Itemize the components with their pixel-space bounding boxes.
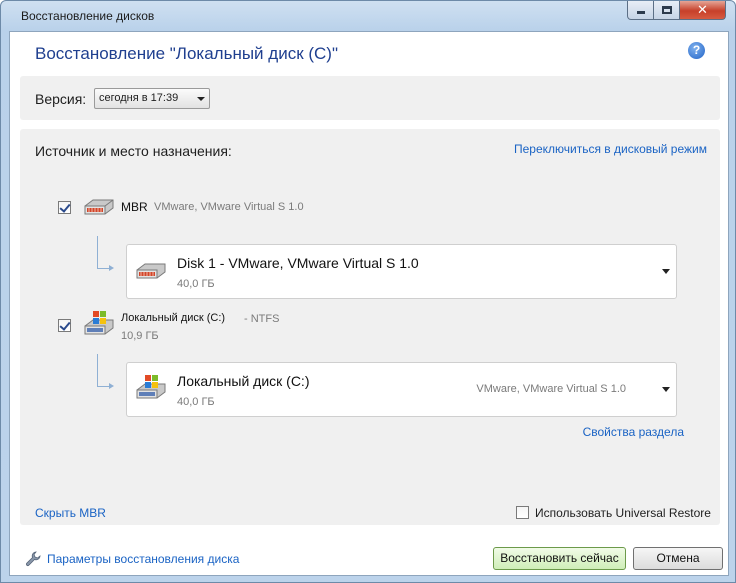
- chevron-down-icon: [662, 387, 670, 392]
- version-select[interactable]: сегодня в 17:39: [94, 88, 210, 109]
- local-disk-source-name: Локальный диск (C:): [121, 312, 226, 324]
- minimize-icon: [636, 10, 645, 14]
- windows-drive-icon: [136, 375, 166, 399]
- switch-disk-mode-link[interactable]: Переключиться в дисковый режим: [514, 142, 707, 156]
- cancel-button[interactable]: Отмена: [633, 547, 723, 570]
- hard-drive-icon: [136, 263, 166, 279]
- version-select-value: сегодня в 17:39: [99, 92, 179, 104]
- connector-line: [97, 268, 109, 269]
- universal-restore-checkbox[interactable]: [516, 506, 529, 519]
- local-disk-target-size: 40,0 ГБ: [177, 396, 215, 408]
- arrow-right-icon: [109, 265, 114, 271]
- app-window: Восстановление дисков ✕ Восстановление "…: [0, 0, 736, 583]
- dialog-content: Восстановление "Локальный диск (С)" ? Ве…: [9, 31, 729, 576]
- mbr-checkbox[interactable]: [58, 201, 71, 214]
- help-icon[interactable]: ?: [688, 42, 705, 59]
- restore-parameters-link[interactable]: Параметры восстановления диска: [47, 552, 239, 566]
- universal-restore-label: Использовать Universal Restore: [535, 506, 711, 520]
- chevron-down-icon: [197, 97, 205, 101]
- local-disk-source-size: 10,9 ГБ: [121, 330, 159, 342]
- arrow-right-icon: [109, 383, 114, 389]
- close-icon: ✕: [697, 2, 708, 18]
- chevron-down-icon: [662, 269, 670, 274]
- connector-line: [97, 354, 98, 386]
- section-title: Источник и место назначения:: [35, 143, 232, 159]
- version-panel: Версия: сегодня в 17:39: [20, 76, 720, 120]
- local-disk-target-name: Локальный диск (C:): [177, 373, 310, 389]
- hard-drive-icon: [84, 199, 114, 215]
- version-label: Версия:: [35, 91, 87, 107]
- mbr-source-name: MBR: [121, 200, 148, 214]
- restore-now-button[interactable]: Восстановить сейчас: [493, 547, 626, 570]
- mbr-target-select[interactable]: Disk 1 - VMware, VMware Virtual S 1.0 40…: [126, 244, 677, 299]
- window-title: Восстановление дисков: [21, 9, 155, 23]
- local-disk-filesystem: - NTFS: [244, 313, 280, 325]
- mbr-source-detail: VMware, VMware Virtual S 1.0: [154, 201, 304, 213]
- connector-line: [97, 236, 98, 268]
- close-button[interactable]: ✕: [679, 1, 726, 20]
- local-disk-target-select[interactable]: Локальный диск (C:) 40,0 ГБ VMware, VMwa…: [126, 362, 677, 417]
- local-disk-target-info: VMware, VMware Virtual S 1.0: [476, 383, 626, 395]
- footer: Параметры восстановления диска Восстанов…: [10, 539, 728, 575]
- wrench-icon: [25, 551, 41, 567]
- local-disk-checkbox[interactable]: [58, 319, 71, 332]
- partition-properties-link[interactable]: Свойства раздела: [583, 425, 684, 439]
- title-bar[interactable]: Восстановление дисков ✕: [1, 1, 735, 31]
- mbr-target-name: Disk 1 - VMware, VMware Virtual S 1.0: [177, 255, 419, 271]
- connector-line: [97, 386, 109, 387]
- windows-drive-icon: [84, 311, 114, 335]
- mbr-target-size: 40,0 ГБ: [177, 278, 215, 290]
- hide-mbr-link[interactable]: Скрыть MBR: [35, 506, 106, 520]
- source-destination-panel: Источник и место назначения: Переключить…: [20, 129, 720, 525]
- maximize-icon: [661, 6, 672, 14]
- maximize-button[interactable]: [653, 1, 680, 20]
- page-title: Восстановление "Локальный диск (С)": [35, 44, 338, 63]
- minimize-button[interactable]: [627, 1, 654, 20]
